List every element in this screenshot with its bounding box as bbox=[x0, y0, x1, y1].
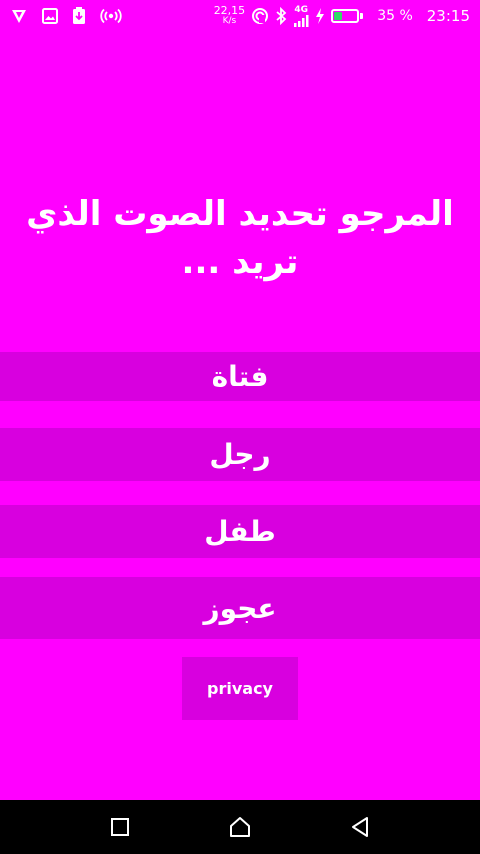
bluetooth-icon bbox=[275, 7, 287, 25]
voice-option-girl[interactable]: فتاة bbox=[0, 352, 480, 401]
clock: 23:15 bbox=[426, 7, 470, 25]
speed-unit: K/s bbox=[222, 16, 237, 26]
download-icon bbox=[72, 7, 86, 25]
battery-icon bbox=[331, 9, 364, 23]
network-speed: 22,15 K/s bbox=[213, 4, 246, 26]
back-icon bbox=[352, 817, 368, 837]
image-icon bbox=[42, 8, 58, 24]
speed-value: 22,15 bbox=[213, 4, 246, 17]
notification-icons bbox=[10, 7, 122, 25]
shield-icon bbox=[10, 7, 28, 25]
voice-option-man[interactable]: رجل bbox=[0, 428, 480, 481]
voice-option-old-woman[interactable]: عجوز bbox=[0, 577, 480, 639]
home-button[interactable] bbox=[180, 800, 300, 854]
navigation-bar bbox=[0, 800, 480, 854]
charging-icon bbox=[315, 8, 325, 24]
battery-percent: 35 % bbox=[377, 8, 413, 24]
signal-indicator: 4G bbox=[293, 4, 309, 27]
nfc-icon bbox=[251, 7, 269, 25]
system-indicators: 22,15 K/s 4G 35 % 23:15 bbox=[213, 4, 470, 27]
voice-option-child[interactable]: طفل bbox=[0, 505, 480, 558]
signal-icon bbox=[293, 14, 309, 27]
page-title: المرجو تحديد الصوت الذي تريد ... bbox=[26, 194, 454, 282]
recent-apps-button[interactable] bbox=[60, 800, 180, 854]
privacy-button[interactable]: privacy bbox=[182, 657, 298, 720]
network-type: 4G bbox=[294, 4, 309, 15]
back-button[interactable] bbox=[300, 800, 420, 854]
status-bar: 22,15 K/s 4G 35 % 23:15 bbox=[0, 0, 480, 32]
square-icon bbox=[111, 818, 129, 836]
hotspot-icon bbox=[100, 8, 122, 24]
home-icon bbox=[230, 817, 250, 837]
battery-fill bbox=[334, 12, 343, 20]
